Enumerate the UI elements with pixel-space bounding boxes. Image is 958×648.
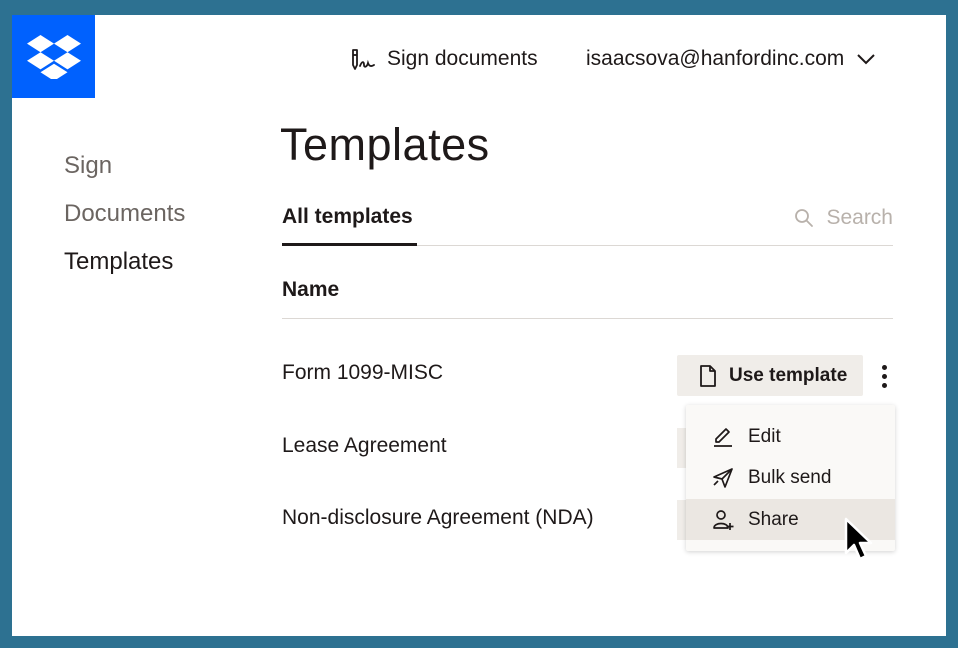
menu-item-label: Share [748, 508, 799, 530]
tab-bar: All templates Search [282, 201, 893, 246]
menu-item-bulk-send[interactable]: Bulk send [686, 457, 895, 498]
more-dot-icon [881, 382, 887, 388]
page-title: Templates [280, 119, 490, 170]
menu-item-label: Bulk send [748, 466, 832, 488]
menu-item-edit[interactable]: Edit [686, 416, 895, 457]
use-template-label: Use template [729, 364, 848, 386]
sidebar-item-sign[interactable]: Sign [64, 150, 185, 198]
more-options-button[interactable] [874, 361, 894, 391]
account-email: isaacsova@hanfordinc.com [586, 47, 845, 70]
more-dot-icon [881, 364, 887, 370]
sidebar: Sign Documents Templates [64, 150, 185, 294]
search-placeholder: Search [826, 206, 893, 229]
sidebar-item-documents[interactable]: Documents [64, 198, 185, 246]
dropbox-logo[interactable] [12, 15, 95, 98]
search-icon [795, 209, 814, 227]
app-window: Sign documents isaacsova@hanfordinc.com … [12, 15, 946, 636]
chevron-down-icon [857, 54, 875, 65]
template-name: Non-disclosure Agreement (NDA) [282, 506, 594, 529]
pencil-icon [714, 427, 732, 447]
sidebar-item-templates[interactable]: Templates [64, 246, 185, 294]
search-input[interactable]: Search [794, 203, 893, 233]
template-name: Form 1099-MISC [282, 361, 444, 384]
account-menu[interactable]: isaacsova@hanfordinc.com [586, 44, 876, 74]
signature-pen-icon [352, 49, 375, 70]
tab-all-templates[interactable]: All templates [282, 201, 417, 246]
sign-documents-button[interactable]: Sign documents [349, 44, 538, 74]
sign-documents-label: Sign documents [387, 47, 538, 70]
mouse-pointer-icon [844, 517, 873, 561]
use-template-button[interactable]: Use template [677, 355, 863, 396]
document-icon [700, 364, 716, 387]
add-user-icon [713, 509, 734, 530]
dropbox-logo-icon [27, 35, 81, 79]
template-name: Lease Agreement [282, 434, 447, 457]
more-dot-icon [881, 373, 887, 379]
column-header-name[interactable]: Name [282, 277, 893, 319]
menu-item-label: Edit [748, 425, 781, 447]
paper-plane-icon [713, 467, 733, 488]
